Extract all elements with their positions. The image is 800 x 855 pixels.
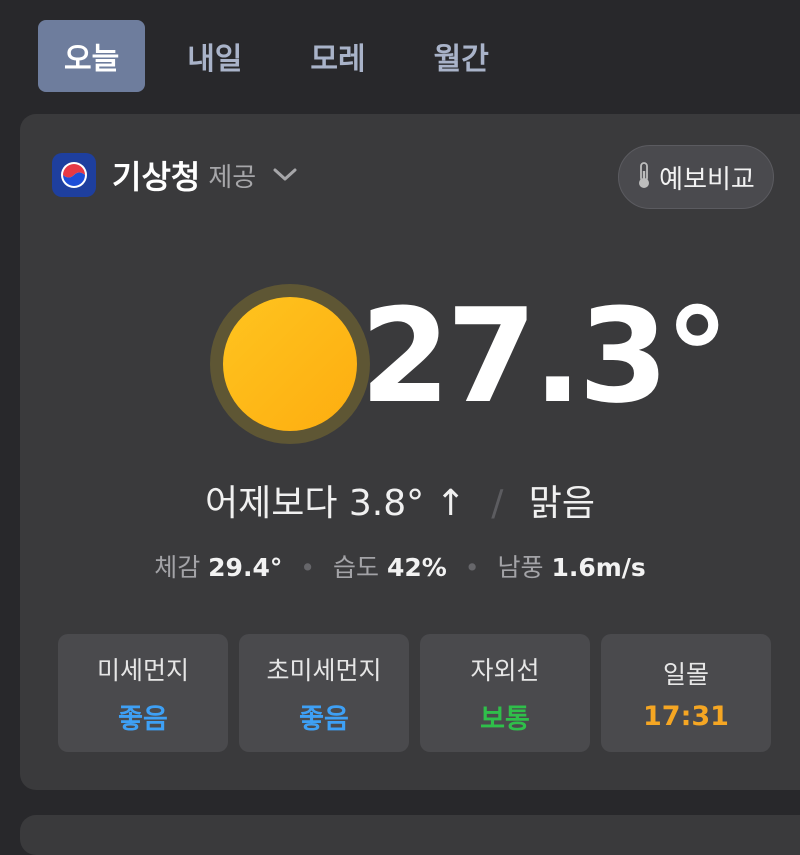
- tile-label: 초미세먼지: [266, 655, 382, 685]
- tile-uv-index[interactable]: 자외선 보통: [420, 634, 590, 752]
- tab-today[interactable]: 오늘: [38, 20, 146, 92]
- chevron-down-icon[interactable]: [272, 167, 298, 183]
- tile-value: 좋음: [299, 703, 349, 735]
- tile-sunset[interactable]: 일몰 17:31: [601, 634, 771, 752]
- provider-name: 기상청: [112, 158, 201, 196]
- wind-label: 남풍: [497, 553, 544, 582]
- humidity-label: 습도: [333, 553, 380, 582]
- tab-tomorrow[interactable]: 내일: [161, 20, 268, 92]
- tab-monthly[interactable]: 월간: [408, 20, 515, 92]
- tile-label: 일몰: [662, 659, 709, 689]
- sun-icon: [208, 282, 372, 446]
- separator-dot: •: [300, 553, 316, 582]
- yesterday-comparison: 어제보다 3.8° ↑ / 맑음: [20, 474, 780, 526]
- forecast-compare-label: 예보비교: [659, 164, 755, 195]
- kma-logo-icon: [52, 153, 96, 197]
- tab-day-after-tomorrow[interactable]: 모레: [284, 20, 391, 92]
- divider: /: [491, 483, 504, 524]
- provider-suffix: 제공: [208, 162, 257, 193]
- thermometer-icon: [637, 161, 651, 193]
- next-card: [20, 815, 800, 855]
- weather-details: 체감 29.4° • 습도 42% • 남풍 1.6m/s: [20, 548, 780, 584]
- tile-label: 자외선: [470, 655, 540, 685]
- weather-condition: 맑음: [528, 483, 596, 524]
- tile-value: 좋음: [118, 703, 168, 735]
- day-tabs: 오늘 내일 모레 월간: [38, 20, 531, 92]
- forecast-compare-button[interactable]: 예보비교: [618, 145, 774, 209]
- weather-card: 기상청 제공 예보비교 27.3° 어제보다 3.8° ↑ / 맑음 체감 29…: [20, 114, 800, 790]
- vs-yesterday-text: 어제보다 3.8° ↑: [204, 483, 466, 524]
- current-temperature: 27.3°: [360, 280, 730, 432]
- tile-ultrafine-dust[interactable]: 초미세먼지 좋음: [239, 634, 409, 752]
- feels-like-value: 29.4°: [208, 553, 283, 582]
- air-quality-tiles: 미세먼지 좋음 초미세먼지 좋음 자외선 보통 일몰 17:31: [58, 634, 782, 752]
- humidity-value: 42%: [386, 553, 447, 582]
- wind-value: 1.6m/s: [551, 553, 646, 582]
- feels-like-label: 체감: [154, 553, 201, 582]
- tile-label: 미세먼지: [96, 655, 189, 685]
- tile-fine-dust[interactable]: 미세먼지 좋음: [58, 634, 228, 752]
- tile-value: 보통: [480, 703, 530, 735]
- tile-value: 17:31: [643, 700, 729, 732]
- provider-selector[interactable]: 기상청 제공: [52, 152, 298, 198]
- separator-dot: •: [464, 553, 480, 582]
